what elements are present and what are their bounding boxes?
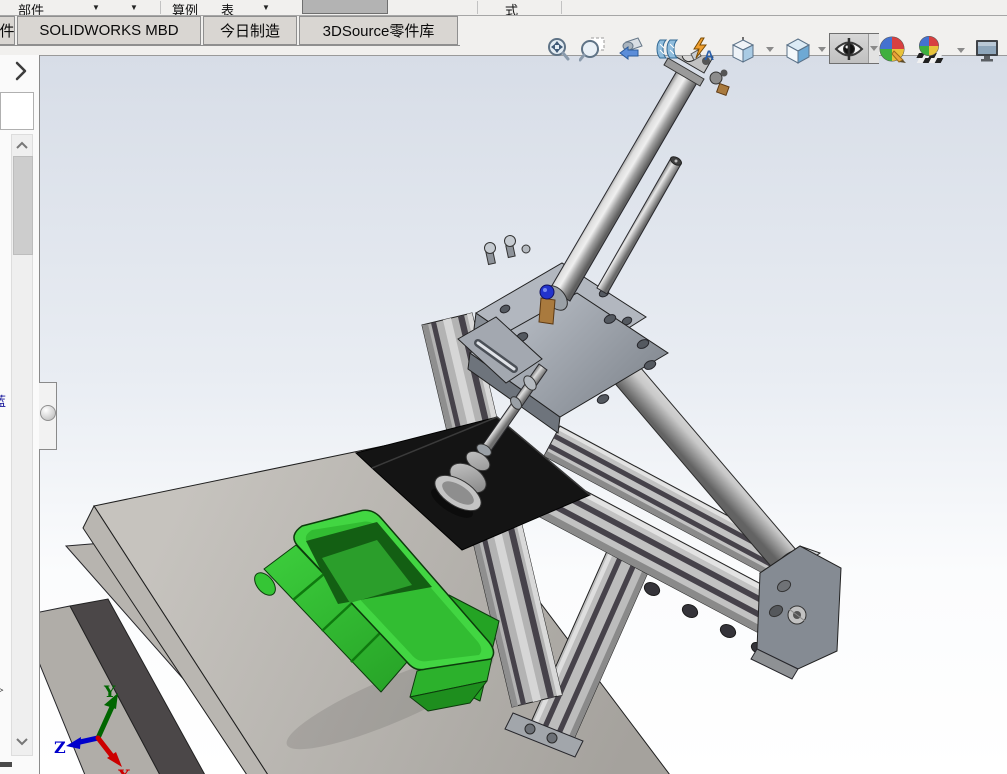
command-label-table[interactable]: 表 <box>221 0 234 15</box>
command-label-study[interactable]: 算例 <box>172 0 198 15</box>
display-style-caret-icon[interactable] <box>818 47 826 52</box>
valve-fitting <box>484 242 496 254</box>
model-canvas[interactable]: Y Z X <box>19 29 1007 774</box>
hide-show-items-caret-button[interactable] <box>869 34 879 63</box>
x-axis-label: X <box>118 766 131 774</box>
hide-show-items-button[interactable] <box>830 34 869 63</box>
apply-scene-icon[interactable] <box>916 36 944 64</box>
svg-text:A: A <box>704 47 714 63</box>
clipped-tree-text: 蓝 <box>0 391 6 410</box>
window-edge-fragment <box>0 762 12 767</box>
tab-partial[interactable]: 件 <box>0 16 15 45</box>
panel-blank-box <box>0 92 34 130</box>
dropdown-caret-icon[interactable]: ▼ <box>262 3 270 12</box>
separator <box>160 1 161 14</box>
tab-jinri-zhizao[interactable]: 今日制造 <box>203 16 297 45</box>
hide-show-caret-icon <box>870 46 878 51</box>
active-command-button[interactable] <box>302 0 388 14</box>
panel-flyout-tab[interactable] <box>39 382 57 450</box>
zoom-to-area-icon[interactable] <box>579 36 607 64</box>
view-orientation-caret-icon[interactable] <box>766 47 774 52</box>
scrollbar-thumb[interactable] <box>13 156 33 255</box>
graphics-viewport[interactable]: Y Z X <box>19 29 1007 774</box>
dropdown-caret-icon[interactable]: ▼ <box>92 3 100 12</box>
tab-bottom-border <box>0 45 460 46</box>
view-settings-icon[interactable] <box>973 36 1001 64</box>
tab-3dsource[interactable]: 3DSource零件库 <box>299 16 458 45</box>
separator <box>561 1 562 14</box>
scroll-down-icon[interactable] <box>15 737 29 747</box>
y-axis-label: Y <box>103 682 116 701</box>
view-orientation-icon[interactable] <box>729 36 757 64</box>
expand-panel-button[interactable] <box>11 59 31 83</box>
edit-appearance-icon[interactable] <box>879 36 907 64</box>
command-label-components[interactable]: 部件 <box>18 0 44 15</box>
left-panel: 蓝 ▷ <box>0 47 57 774</box>
previous-view-icon[interactable] <box>618 36 646 64</box>
tab-and-toolbar-strip: 件 SOLIDWORKS MBD 今日制造 3DSource零件库 A <box>0 15 1007 64</box>
blue-fitting <box>538 284 556 325</box>
eye-icon <box>834 38 864 60</box>
panel-scrollbar[interactable] <box>11 134 33 756</box>
command-label-style[interactable]: 式 <box>505 0 518 15</box>
z-axis-label: Z <box>54 738 66 757</box>
tab-solidworks-mbd[interactable]: SOLIDWORKS MBD <box>17 16 201 45</box>
section-view-icon[interactable] <box>654 36 682 64</box>
dropdown-caret-icon[interactable]: ▼ <box>130 3 138 12</box>
display-style-icon[interactable] <box>784 36 812 64</box>
dynamic-annotation-views-icon[interactable]: A <box>689 36 717 64</box>
clipped-tree-arrow: ▷ <box>0 683 3 696</box>
valve-fitting <box>504 235 516 247</box>
zoom-to-fit-icon[interactable] <box>544 36 572 64</box>
scroll-up-icon[interactable] <box>15 140 29 150</box>
separator <box>477 1 478 14</box>
apply-scene-caret-icon[interactable] <box>957 48 965 53</box>
command-manager-row: 部件 ▼ ▼ 算例 表 ▼ 式 <box>0 0 1007 16</box>
flyout-handle-icon[interactable] <box>40 405 56 421</box>
hide-show-items-group <box>829 33 879 64</box>
